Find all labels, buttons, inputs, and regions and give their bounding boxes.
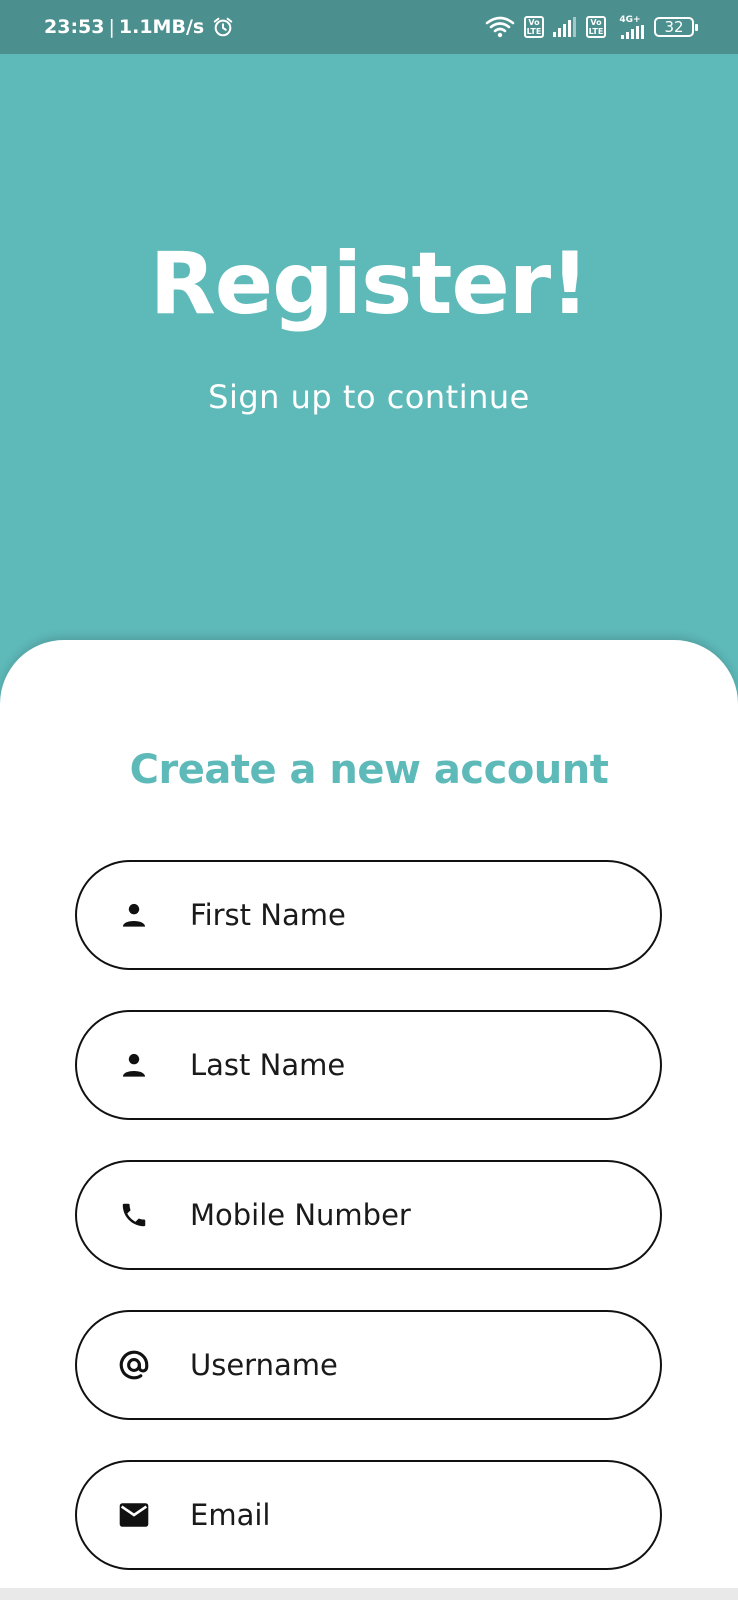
last-name-input[interactable] — [190, 1012, 630, 1118]
battery-icon: 32 — [654, 17, 698, 37]
last-name-field[interactable] — [75, 1010, 662, 1120]
username-field[interactable] — [75, 1310, 662, 1420]
email-input[interactable] — [190, 1462, 630, 1568]
mobile-number-input[interactable] — [190, 1162, 630, 1268]
header-section: Register! Sign up to continue — [0, 54, 738, 654]
clock: 23:53 — [44, 16, 105, 38]
network-speed: 1.1MB/s — [118, 16, 205, 38]
status-bar-right: Vo LTE Vo LTE 4G+ 32 — [485, 0, 698, 54]
phone-icon — [117, 1198, 151, 1232]
status-bar-left: 23:53 | 1.1MB/s — [44, 0, 234, 54]
form-title: Create a new account — [129, 747, 609, 793]
signal-icon-2 — [615, 24, 645, 39]
volte-badge-1: Vo LTE — [524, 16, 544, 38]
at-icon — [117, 1348, 151, 1382]
first-name-field[interactable] — [75, 860, 662, 970]
signal-icon-1 — [553, 17, 577, 37]
registration-card: Create a new account — [0, 640, 738, 1600]
status-bar: 23:53 | 1.1MB/s Vo LTE Vo LTE 4G+ 32 — [0, 0, 738, 54]
alarm-icon — [212, 16, 234, 38]
mobile-number-field[interactable] — [75, 1160, 662, 1270]
email-field[interactable] — [75, 1460, 662, 1570]
battery-level: 32 — [664, 18, 684, 36]
first-name-input[interactable] — [190, 862, 630, 968]
page-subtitle: Sign up to continue — [208, 378, 530, 416]
wifi-icon — [485, 16, 515, 38]
page-title: Register! — [149, 234, 590, 334]
person-icon — [117, 1048, 151, 1082]
signal-group-2: 4G+ — [615, 14, 645, 39]
mail-icon — [117, 1498, 151, 1532]
status-separator: | — [108, 16, 115, 38]
person-icon — [117, 898, 151, 932]
network-type: 4G+ — [619, 14, 641, 25]
username-input[interactable] — [190, 1312, 630, 1418]
volte-badge-2: Vo LTE — [586, 16, 606, 38]
navigation-bar-strip — [0, 1588, 738, 1600]
